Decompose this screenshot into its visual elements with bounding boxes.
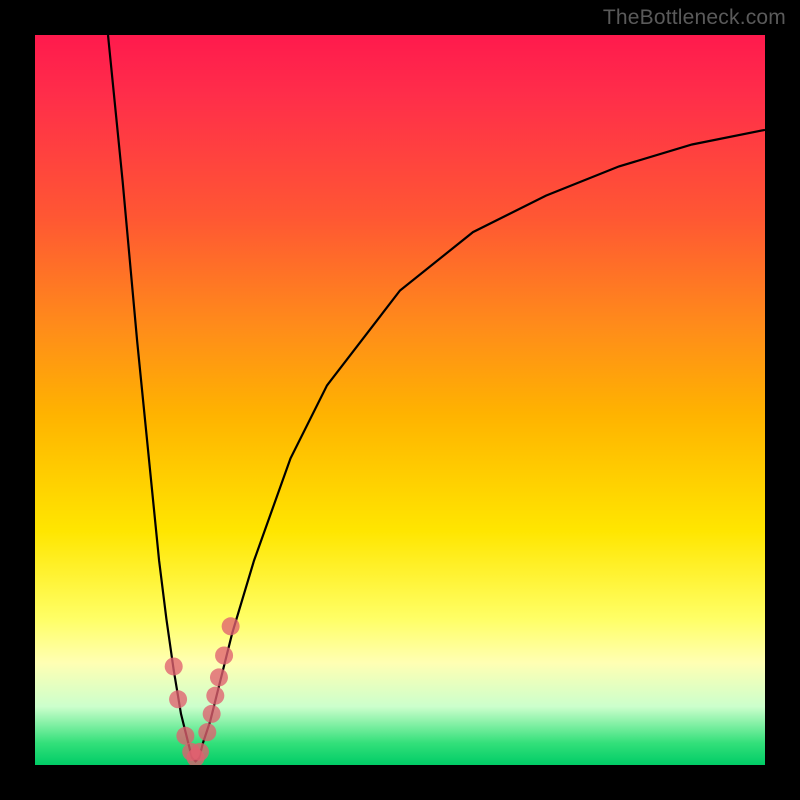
curve-layer	[35, 35, 765, 765]
marker-point	[215, 647, 233, 665]
marker-point	[165, 657, 183, 675]
watermark-text: TheBottleneck.com	[603, 6, 786, 30]
marker-point	[191, 743, 209, 761]
marker-point	[210, 668, 228, 686]
marker-point	[222, 617, 240, 635]
curve-right-branch	[203, 130, 765, 743]
marker-point	[198, 723, 216, 741]
chart-frame: TheBottleneck.com	[0, 0, 800, 800]
marker-point	[206, 687, 224, 705]
marker-point	[169, 690, 187, 708]
marker-point	[203, 705, 221, 723]
marker-point	[176, 727, 194, 745]
plot-area	[35, 35, 765, 765]
curve-left-branch	[108, 35, 188, 743]
